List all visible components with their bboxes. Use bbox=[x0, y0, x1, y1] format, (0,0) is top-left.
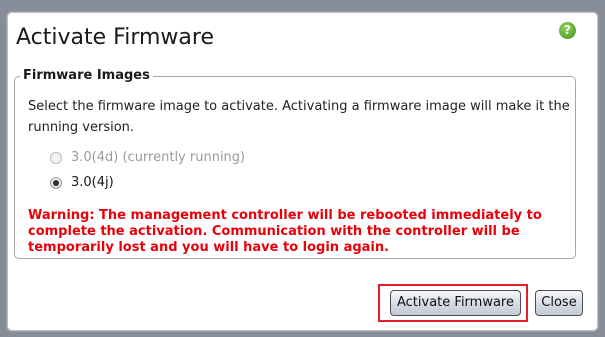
dialog-title: Activate Firmware bbox=[16, 25, 214, 50]
radio-button-selected-icon[interactable] bbox=[50, 176, 62, 189]
close-button[interactable]: Close bbox=[535, 290, 583, 316]
firmware-option-label: 3.0(4j) bbox=[71, 175, 114, 190]
firmware-option-current[interactable]: 3.0(4d) (currently running) bbox=[50, 150, 245, 165]
radio-button-icon[interactable] bbox=[50, 151, 62, 164]
firmware-description: Select the firmware image to activate. A… bbox=[28, 99, 570, 135]
help-icon[interactable]: ? bbox=[559, 22, 576, 39]
warning-message: Warning: The management controller will … bbox=[28, 208, 542, 255]
fieldset-legend: Firmware Images bbox=[20, 68, 153, 83]
firmware-option-label: 3.0(4d) (currently running) bbox=[71, 150, 246, 165]
firmware-option-new[interactable]: 3.0(4j) bbox=[50, 175, 114, 190]
activate-firmware-button[interactable]: Activate Firmware bbox=[390, 290, 521, 316]
